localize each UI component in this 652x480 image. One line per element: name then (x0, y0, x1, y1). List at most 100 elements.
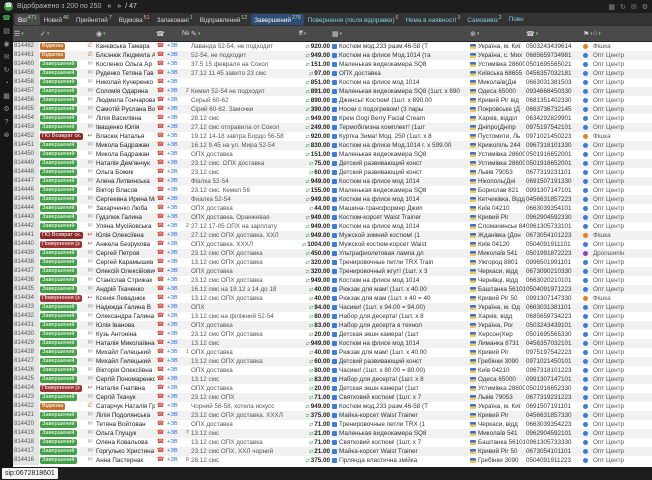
add-call-link[interactable]: +ЗВ (166, 339, 181, 348)
call-icon[interactable]: ☎ (155, 177, 166, 186)
call-icon[interactable]: ☎ (155, 276, 166, 285)
table-row[interactable]: 814434Повернення (з↩Ксенія Леваднюк☎+ЗВ1… (13, 294, 652, 303)
next-page-button[interactable]: » (115, 3, 123, 10)
mail-icon[interactable]: ✉ (631, 3, 637, 11)
col-qty[interactable]: №▾ (181, 30, 190, 37)
table-row[interactable]: 814428Завершений✉Михайл Гилецький☎+ЗВ1ОП… (13, 348, 652, 357)
add-call-link[interactable]: +ЗВ (166, 420, 181, 429)
call-icon[interactable]: ☎ (155, 411, 166, 420)
call-icon[interactable]: ☎ (155, 339, 166, 348)
users-icon[interactable]: ◉ (3, 41, 9, 49)
call-icon[interactable]: ☎ (155, 438, 166, 447)
tab-7[interactable]: Повернення (після відправки)6 (305, 14, 402, 25)
clock-icon[interactable]: ◔ (4, 80, 8, 88)
tab-10[interactable]: Повн (506, 15, 527, 24)
table-row[interactable]: 814462Відмова∅Канєвська Тамара☎+ЗВЛаванд… (13, 42, 652, 51)
tab-5[interactable]: Відправлений12 (197, 14, 250, 25)
add-call-link[interactable]: +ЗВ (166, 456, 181, 465)
add-call-link[interactable]: +ЗВ (166, 213, 181, 222)
table-row[interactable]: 814417Завершений✉Горгулько Христина☎+ЗВ2… (13, 447, 652, 456)
mail-icon[interactable]: ✉ (4, 54, 10, 62)
call-icon[interactable]: ☎ (155, 213, 166, 222)
call-icon[interactable]: ☎ (155, 69, 166, 78)
tab-2[interactable]: Прийнятий7 (73, 14, 115, 25)
add-call-link[interactable]: +ЗВ (166, 285, 181, 294)
table-row[interactable]: 814422Відмова∅Сатарчук Наталія Гр☎+ЗВЧор… (13, 402, 652, 411)
call-icon[interactable]: ☎ (155, 312, 166, 321)
table-row[interactable]: 814424Повернення (з↩Наталія Гнатівна☎+ЗВ… (13, 384, 652, 393)
call-icon[interactable]: ☎ (155, 321, 166, 330)
help-icon[interactable]: ? (5, 119, 9, 127)
filter-icon[interactable]: ▾ (21, 31, 24, 37)
table-row[interactable]: 814450Завершений✉Микола Бадражан☎+ЗВОПХ … (13, 150, 652, 159)
col-status[interactable]: ✓▾ (39, 30, 85, 38)
add-call-link[interactable]: +ЗВ (166, 186, 181, 195)
add-call-link[interactable]: +ЗВ (166, 375, 181, 384)
tab-9[interactable]: Самовивіз2 (464, 14, 504, 25)
table-row[interactable]: 814429Завершений✉Наталія Миколаївна☎+ЗВ1… (13, 339, 652, 348)
table-row[interactable]: 814430Завершений✉Кузь Антоніна☎+ЗВ23.12 … (13, 330, 652, 339)
call-icon[interactable]: ☎ (155, 375, 166, 384)
call-icon[interactable]: ☎ (155, 420, 166, 429)
add-call-link[interactable]: +ЗВ (166, 312, 181, 321)
call-icon[interactable]: ☎ (155, 456, 166, 465)
filter-icon[interactable]: ▾ (598, 31, 601, 37)
table-row[interactable]: 814419Завершений✉Ольга Глущук☎+ЗВ713.12 … (13, 429, 652, 438)
add-call-link[interactable]: +ЗВ (166, 258, 181, 267)
prev-page-button[interactable]: « (105, 3, 113, 10)
stats-icon[interactable]: ▦ (3, 93, 10, 101)
table-row[interactable]: 814456Завершений✉Людмила Гончарова☎+ЗВСе… (13, 96, 652, 105)
table-row[interactable]: 814454Завершений✉Лілія Василівна☎+ЗВ28.1… (13, 114, 652, 123)
add-call-link[interactable]: +ЗВ (166, 429, 181, 438)
filter-icon[interactable]: ▾ (103, 31, 106, 37)
add-call-link[interactable]: +ЗВ (166, 366, 181, 375)
settings-icon[interactable]: ⚙ (3, 106, 9, 114)
col-product[interactable]: ▦▾ (331, 30, 469, 38)
table-row[interactable]: 814445Завершений✉Сергеевна Ирина Ми☎+ЗВФ… (13, 195, 652, 204)
table-row[interactable]: 814421Завершений✉Лілія Подолянська☎+ЗВ23… (13, 411, 652, 420)
table-row[interactable]: 814416Завершений✉Анна Пастернак☎+ЗВ828.1… (13, 456, 652, 465)
call-icon[interactable]: ☎ (155, 366, 166, 375)
add-call-link[interactable]: +ЗВ (166, 204, 181, 213)
call-icon[interactable]: ☎ (155, 393, 166, 402)
add-call-link[interactable]: +ЗВ (166, 384, 181, 393)
filter-icon[interactable]: ▾ (340, 31, 343, 37)
add-call-link[interactable]: +ЗВ (166, 42, 181, 51)
add-call-link[interactable]: +ЗВ (166, 60, 181, 69)
call-icon[interactable]: ☎ (155, 357, 166, 366)
add-call-link[interactable]: +ЗВ (166, 303, 181, 312)
table-row[interactable]: 814441ПО Возврат ск.↩Юлія Олексіївна☎+ЗВ… (13, 231, 652, 240)
call-icon[interactable]: ☎ (155, 123, 166, 132)
add-call-link[interactable]: +ЗВ (166, 150, 181, 159)
table-row[interactable]: 814446Завершений✉Віктор Власов☎+ЗВ23.12 … (13, 186, 652, 195)
call-icon[interactable]: ☎ (155, 150, 166, 159)
call-icon[interactable]: ☎ (155, 114, 166, 123)
col-id[interactable]: ☰▾ (13, 30, 39, 38)
call-icon[interactable]: ☎ (155, 168, 166, 177)
add-call-link[interactable]: +ЗВ (166, 330, 181, 339)
table-row[interactable]: 814436Завершений✉Станіслав Стрижак☎+ЗВ23… (13, 276, 652, 285)
table-row[interactable]: 814420Завершений✉Тетяна Войтован☎+ЗВОПХ … (13, 420, 652, 429)
orders-table[interactable]: 814462Відмова∅Канєвська Тамара☎+ЗВЛаванд… (13, 42, 652, 467)
add-call-link[interactable]: +ЗВ (166, 195, 181, 204)
add-call-link[interactable]: +ЗВ (166, 393, 181, 402)
add-call-link[interactable]: +ЗВ (166, 222, 181, 231)
table-row[interactable]: 814455Завершений✉Самотій Руслана Во☎+ЗВС… (13, 105, 652, 114)
tab-6[interactable]: Завершений278 (251, 14, 304, 25)
phone-icon[interactable]: ☎ (2, 15, 11, 23)
col-call[interactable]: ☎▾ (155, 30, 166, 38)
call-icon[interactable]: ☎ (155, 96, 166, 105)
table-row[interactable]: 814460Завершений✉Косленко Ольга Ар☎+ЗВ37… (13, 60, 652, 69)
table-row[interactable]: 814461Відмова∅Блєзнюк Людмила А☎+ЗВ52-54… (13, 51, 652, 60)
table-row[interactable]: 814437Завершений✉Олексій Олексійович☎+ЗВ… (13, 267, 652, 276)
call-icon[interactable]: ☎ (155, 159, 166, 168)
filter-icon[interactable]: ▾ (47, 31, 50, 37)
col-tag[interactable]: ⚑▾ (582, 30, 592, 38)
add-call-link[interactable]: +ЗВ (166, 240, 181, 249)
table-row[interactable]: 814432Завершений✉Олександра Галина☎+ЗВ13… (13, 312, 652, 321)
table-row[interactable]: 814438Завершений✉Сергей Карамышев☎+ЗВ13.… (13, 258, 652, 267)
col-shop[interactable]: ⌂▾ (592, 30, 652, 37)
add-call-link[interactable]: +ЗВ (166, 177, 181, 186)
table-row[interactable]: 814453Завершений✉Іващенко Юлія☎+ЗВ27.12 … (13, 123, 652, 132)
col-region[interactable]: ⊕▾ (469, 30, 525, 38)
